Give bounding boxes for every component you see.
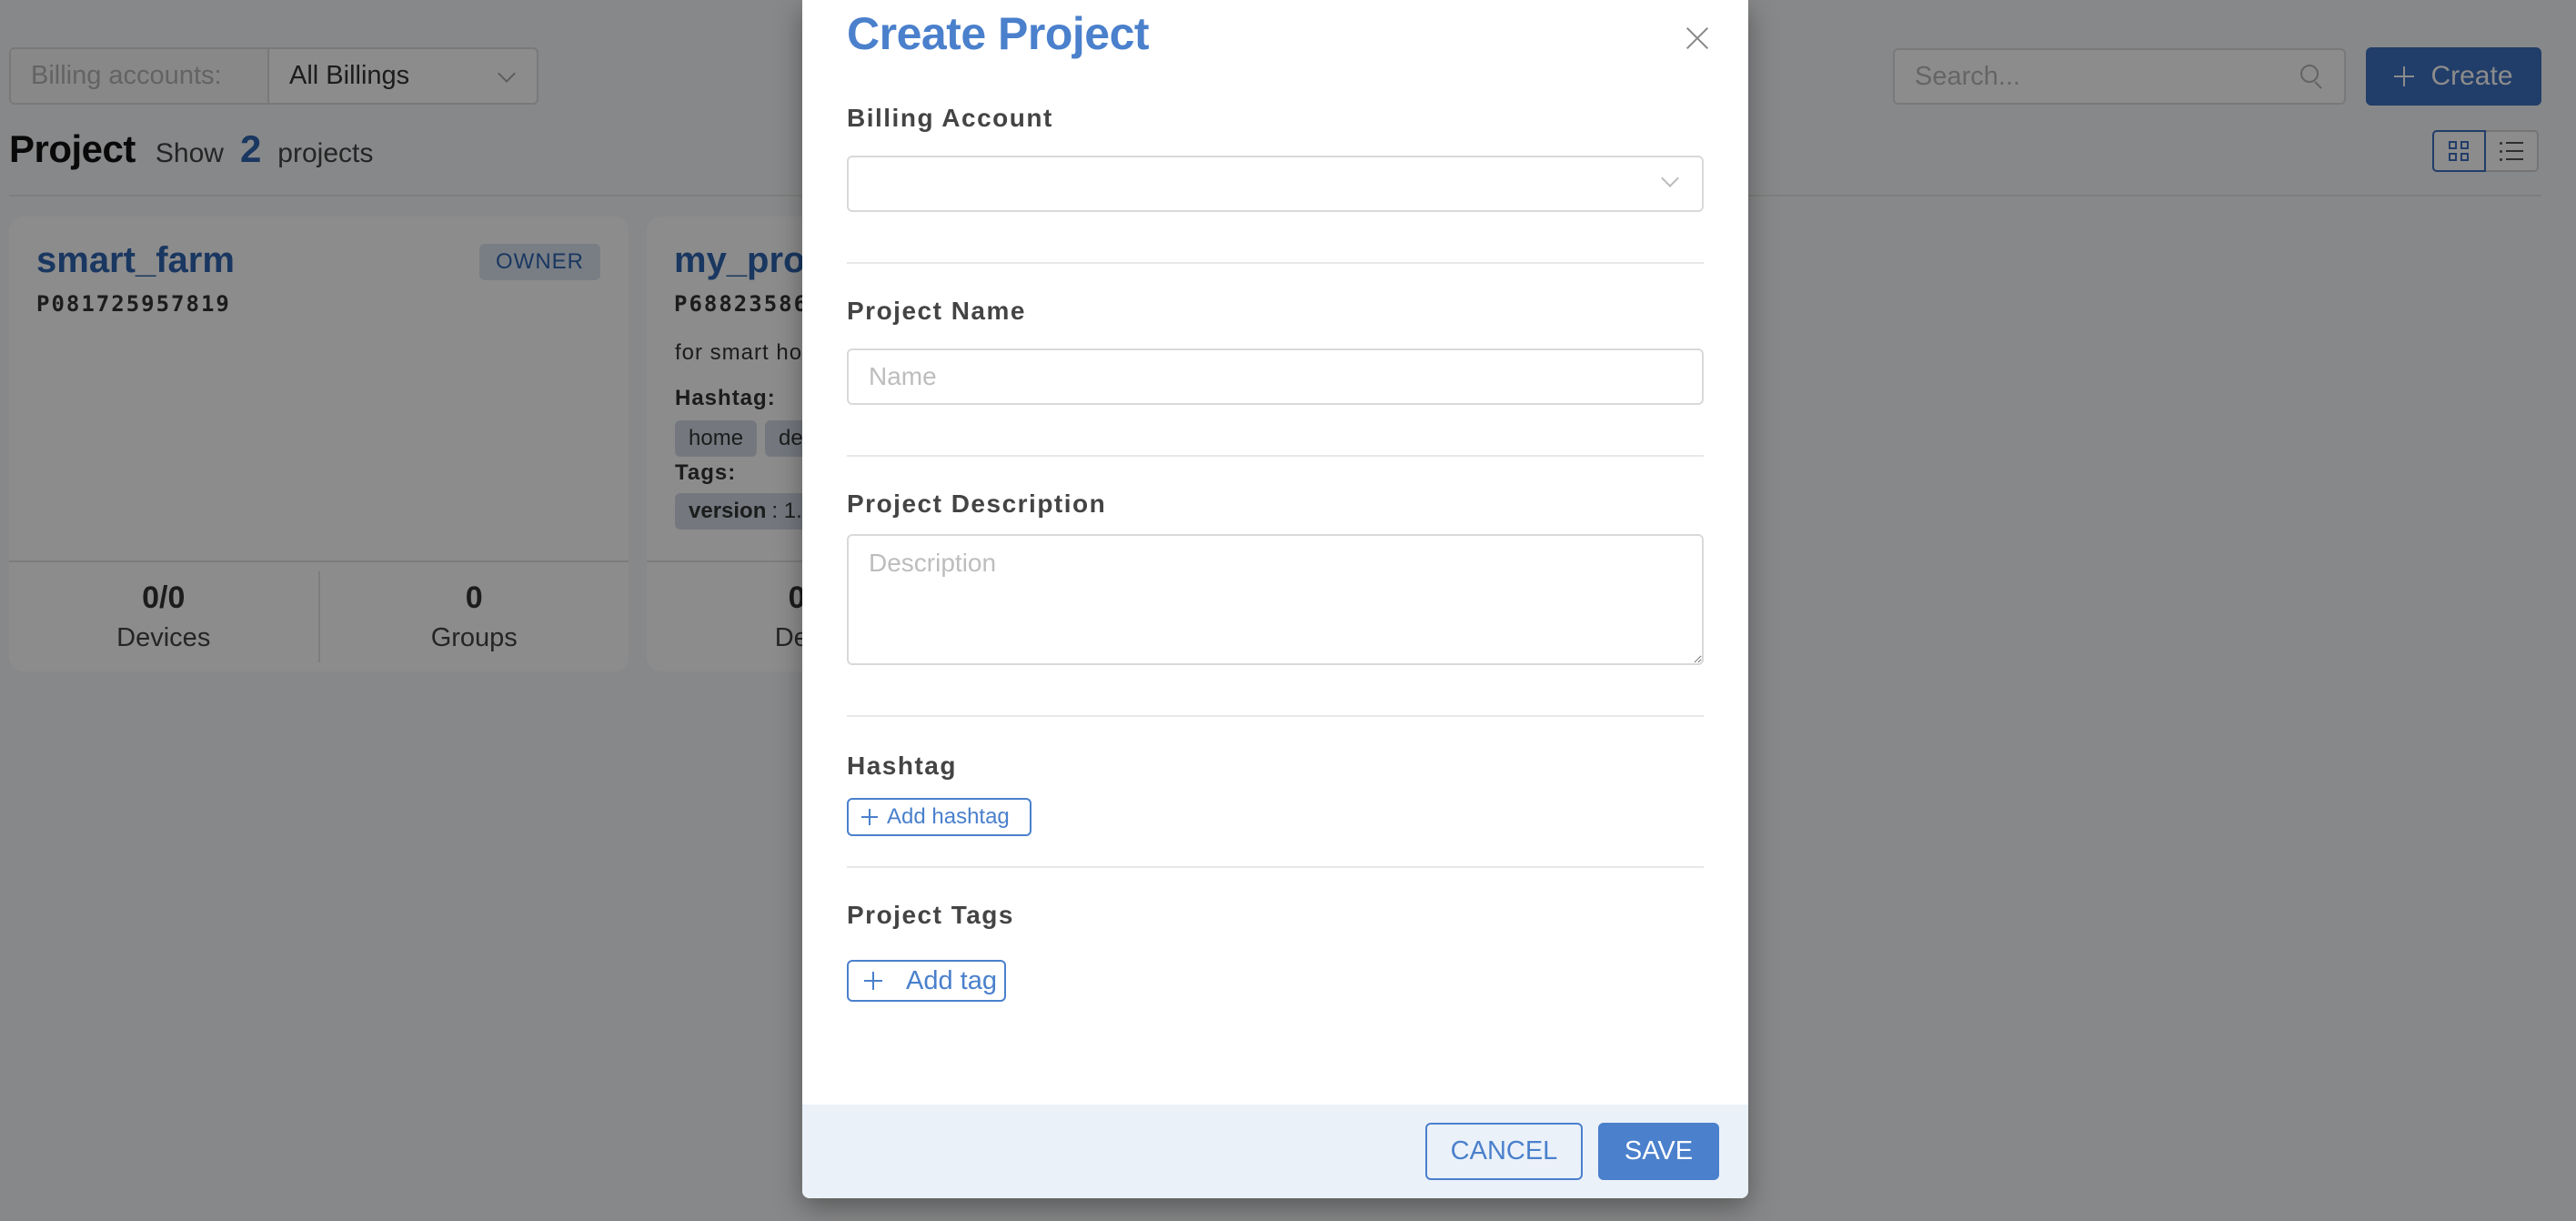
save-button[interactable]: SAVE: [1598, 1123, 1719, 1180]
plus-icon: [861, 809, 878, 825]
add-tag-button[interactable]: Add tag: [847, 960, 1006, 1002]
project-name-input[interactable]: [847, 348, 1704, 405]
create-project-dialog: Create Project Billing Account Project N…: [802, 0, 1748, 1198]
section-divider: [847, 715, 1704, 717]
billing-account-label: Billing Account: [847, 104, 1053, 132]
dialog-footer: CANCEL SAVE: [802, 1105, 1748, 1198]
close-icon[interactable]: [1683, 24, 1712, 53]
plus-icon: [864, 972, 882, 990]
section-divider: [847, 866, 1704, 868]
chevron-down-icon: [1661, 169, 1679, 187]
add-hashtag-label: Add hashtag: [887, 804, 1010, 829]
cancel-button[interactable]: CANCEL: [1425, 1123, 1583, 1180]
add-tag-label: Add tag: [906, 965, 997, 995]
dialog-title: Create Project: [847, 8, 1150, 59]
section-divider: [847, 262, 1704, 264]
add-hashtag-button[interactable]: Add hashtag: [847, 798, 1031, 836]
project-description-label: Project Description: [847, 489, 1107, 518]
hashtag-label: Hashtag: [847, 752, 957, 780]
billing-account-select[interactable]: [847, 156, 1704, 212]
project-description-textarea[interactable]: [847, 534, 1704, 665]
project-name-label: Project Name: [847, 297, 1026, 325]
section-divider: [847, 455, 1704, 457]
project-tags-label: Project Tags: [847, 901, 1014, 929]
